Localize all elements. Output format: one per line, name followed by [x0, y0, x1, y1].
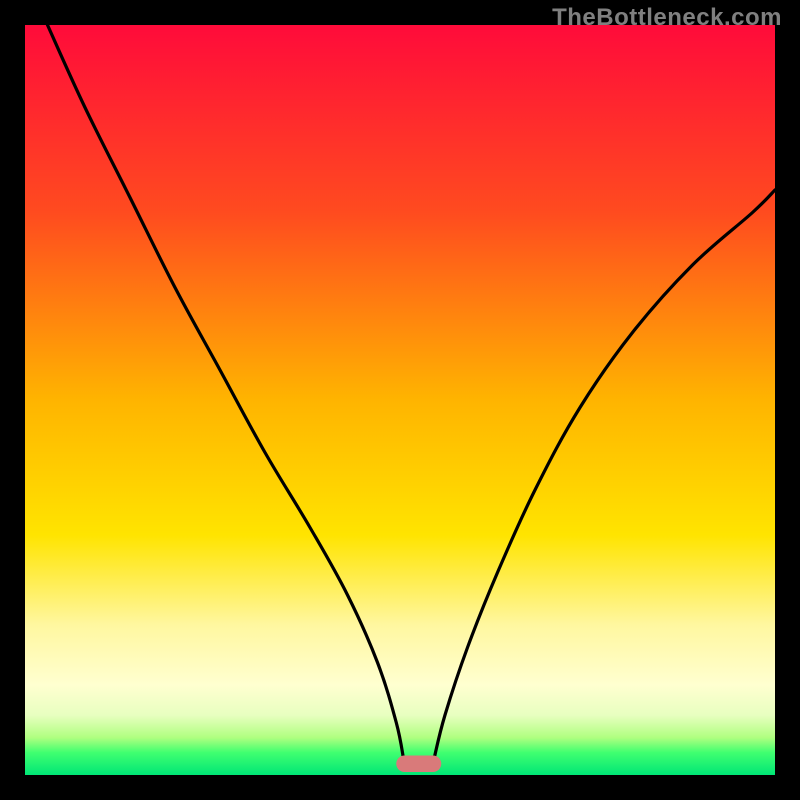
watermark-text: TheBottleneck.com	[552, 4, 782, 32]
gradient-background	[25, 25, 775, 775]
bottleneck-marker	[396, 756, 441, 773]
chart-svg	[25, 25, 775, 775]
marker-layer	[396, 756, 441, 773]
chart-frame: TheBottleneck.com	[0, 0, 800, 800]
plot-area	[25, 25, 775, 775]
